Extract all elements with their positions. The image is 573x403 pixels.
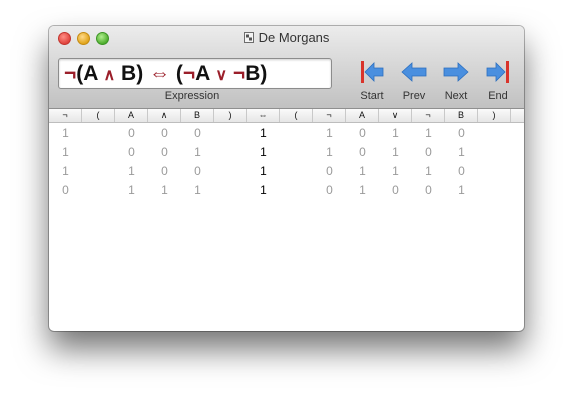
end-label: End: [488, 90, 508, 102]
table-cell: 1: [128, 183, 135, 197]
table-cell: [280, 162, 313, 181]
table-row[interactable]: 0 1 1 1 1 0 1 0 0 1: [49, 181, 524, 200]
table-row[interactable]: 1 0 0 0 1 1 0 1 1 0: [49, 124, 524, 143]
table-cell: 1: [194, 145, 201, 159]
result-cell: 1: [260, 164, 267, 178]
table-cell: 0: [458, 164, 465, 178]
table-cell: 0: [425, 183, 432, 197]
table-row[interactable]: 1 1 0 0 1 0 1 1 1 0: [49, 162, 524, 181]
arrow-right-icon: [443, 62, 469, 82]
table-cell: 0: [161, 164, 168, 178]
column-header[interactable]: A: [115, 109, 148, 122]
table-cell: [82, 124, 115, 143]
document-icon: [243, 32, 254, 43]
table-cell: 0: [392, 183, 399, 197]
table-cell: 0: [326, 183, 333, 197]
column-header[interactable]: B: [445, 109, 478, 122]
table-cell: [214, 181, 247, 200]
next-label: Next: [444, 90, 468, 102]
truth-table-header: ¬(A ∧ B) ⇔(¬ A ∨ ¬ B): [49, 109, 524, 123]
table-cell: 1: [392, 145, 399, 159]
table-cell: 0: [194, 126, 201, 140]
prev-label: Prev: [402, 90, 426, 102]
column-header[interactable]: ): [478, 109, 511, 122]
window-title-bar: De Morgans: [49, 30, 524, 45]
table-cell: [280, 143, 313, 162]
table-cell: 1: [62, 145, 69, 159]
table-cell: 0: [128, 126, 135, 140]
table-cell: 1: [425, 126, 432, 140]
table-cell: 0: [458, 126, 465, 140]
column-header[interactable]: (: [82, 109, 115, 122]
table-cell: 1: [458, 183, 465, 197]
table-cell: 1: [161, 183, 168, 197]
result-cell: 1: [260, 145, 267, 159]
column-header[interactable]: B: [181, 109, 214, 122]
column-header[interactable]: ): [214, 109, 247, 122]
table-cell: 1: [392, 164, 399, 178]
table-cell: 0: [425, 145, 432, 159]
skip-to-start-icon: [361, 61, 384, 83]
start-label: Start: [360, 90, 384, 102]
table-cell: 1: [194, 183, 201, 197]
table-cell: 0: [194, 164, 201, 178]
table-cell: 1: [326, 145, 333, 159]
table-cell: 1: [62, 126, 69, 140]
table-cell: [82, 181, 115, 200]
table-cell: [214, 143, 247, 162]
window-title: De Morgans: [258, 30, 330, 45]
app-window: De Morgans ¬(A ∧ B) ⇔ (¬A ∨ ¬B) Expressi…: [49, 26, 524, 331]
prev-button[interactable]: Prev: [393, 58, 435, 104]
table-cell: 0: [359, 145, 366, 159]
column-header[interactable]: A: [346, 109, 379, 122]
start-button[interactable]: Start: [351, 58, 393, 104]
table-cell: 1: [128, 164, 135, 178]
toolbar: De Morgans ¬(A ∧ B) ⇔ (¬A ∨ ¬B) Expressi…: [49, 26, 524, 109]
table-cell: 1: [359, 164, 366, 178]
table-cell: 0: [161, 145, 168, 159]
table-cell: [280, 124, 313, 143]
table-cell: 0: [359, 126, 366, 140]
column-header[interactable]: ∨: [379, 109, 412, 122]
table-cell: [280, 181, 313, 200]
result-cell: 1: [260, 126, 267, 140]
expression-input[interactable]: ¬(A ∧ B) ⇔ (¬A ∨ ¬B): [58, 58, 332, 89]
table-cell: [82, 162, 115, 181]
column-header[interactable]: ∧: [148, 109, 181, 122]
table-cell: 0: [128, 145, 135, 159]
table-cell: 0: [326, 164, 333, 178]
table-cell: [82, 143, 115, 162]
table-cell: 1: [326, 126, 333, 140]
column-header[interactable]: ⇔: [247, 109, 280, 122]
expression-label: Expression: [164, 90, 220, 102]
result-cell: 1: [260, 183, 267, 197]
column-header[interactable]: ¬: [412, 109, 445, 122]
table-row[interactable]: 1 0 0 1 1 1 0 1 0 1: [49, 143, 524, 162]
table-cell: [478, 124, 511, 143]
table-cell: [478, 162, 511, 181]
table-cell: 1: [62, 164, 69, 178]
table-cell: [478, 143, 511, 162]
table-cell: 1: [392, 126, 399, 140]
end-button[interactable]: End: [477, 58, 519, 104]
table-cell: 1: [425, 164, 432, 178]
next-button[interactable]: Next: [435, 58, 477, 104]
table-cell: 1: [359, 183, 366, 197]
column-header[interactable]: ¬: [313, 109, 346, 122]
arrow-left-icon: [401, 62, 427, 82]
table-cell: [214, 124, 247, 143]
table-cell: 0: [161, 126, 168, 140]
table-cell: [478, 181, 511, 200]
column-header[interactable]: ¬: [49, 109, 82, 122]
table-cell: 0: [62, 183, 69, 197]
table-cell: 1: [458, 145, 465, 159]
column-header[interactable]: (: [280, 109, 313, 122]
skip-to-end-icon: [486, 61, 509, 83]
table-cell: [214, 162, 247, 181]
